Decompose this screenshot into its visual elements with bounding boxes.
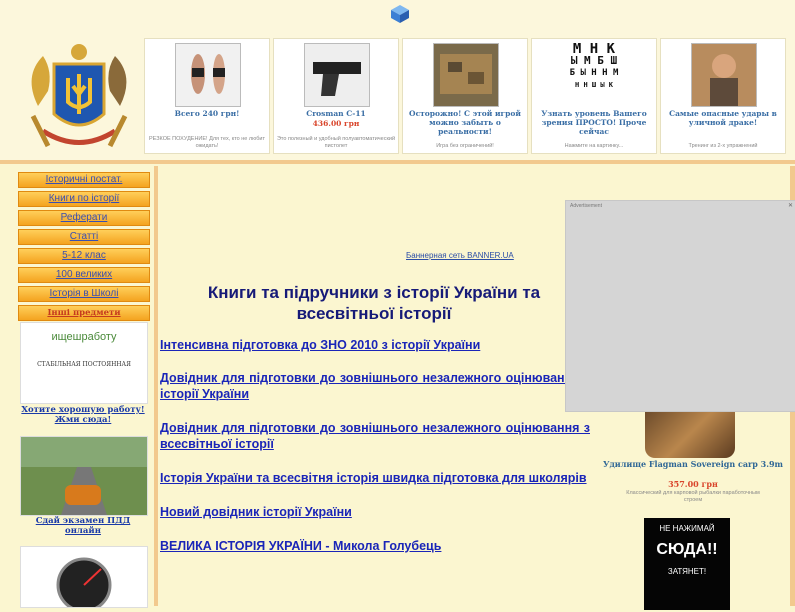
gem-icon [391,5,409,23]
menu-item-100-great[interactable]: 100 великих [18,267,150,283]
ad-eye-chart: М Н К Ы М Б Ш Б Ы Н Н М Н Н Ш Ы К [558,43,630,105]
pdd-ad-caption[interactable]: Сдай экзамен ПДД онлайн [18,516,148,536]
page-title: Книги та підручники з історії України та… [207,283,541,323]
job-logo: ищешработу [51,331,117,343]
ad-weight-loss[interactable]: Всего 240 грн! РЕЗКОЕ ПОХУДЕНИЕ! Для тех… [144,38,270,154]
job-sub: СТАБІЛЬНАЯ ПОСТОЯННАЯ [37,361,131,368]
eye-chart-line: Б Ы Н Н М [569,68,619,78]
article-link[interactable]: Історія України та всесвітня історія шви… [160,470,590,486]
fishing-rod-image[interactable] [645,410,735,458]
article-link[interactable]: Інтенсивна підготовка до ЗНО 2010 з істо… [160,337,590,353]
ad-desc: Тренинг из 2-х упражнений [688,143,758,149]
ad-text-mid: СЮДА!! [656,541,718,558]
ad-text-bottom: ЗАТЯНЕТ! [667,567,707,576]
header-divider [0,160,795,164]
close-icon[interactable]: ✕ [788,202,793,209]
ad-title: Узнать уровень Вашего зрения ПРОСТО! Про… [541,109,647,136]
ad-title: Осторожно! С этой игрой можно забыть о р… [409,109,521,136]
job-ad-banner[interactable]: ищешработу СТАБІЛЬНАЯ ПОСТОЯННАЯ [20,322,148,404]
banner-area [158,166,598,270]
ad-price: 436.00 грн [312,119,360,128]
menu-item-essays[interactable]: Реферати [18,210,150,226]
dont-click-ad[interactable]: НЕ НАЖИМАЙ СЮДА!! ЗАТЯНЕТ! [644,518,730,610]
ad-desc: РЕЗКОЕ ПОХУДЕНИЕ! Для тех, кто не любит … [149,136,265,149]
ad-title: Crosman C-11 [306,109,366,118]
speedometer-ad[interactable] [20,546,148,612]
ad-desc: Нажмите на картинку... [564,143,624,149]
ad-label: Advertisement [570,203,602,209]
ad-image [691,43,757,107]
product-price: 357.00 грн [668,479,718,489]
product-title[interactable]: Удилище Flagman Sovereign carp 3.9m [602,460,784,469]
eye-chart-line: Ы М Б Ш [570,54,618,67]
ad-title: Самые опасные удары в уличной драке! [669,109,777,127]
eye-chart-line: Н Н Ш Ы К [575,81,613,89]
ad-text-top: НЕ НАЖИМАЙ [659,524,715,533]
ad-desc: Игра без ограничений! [436,143,494,149]
ad-crosman[interactable]: Crosman C-11 436.00 грн Это полезный и у… [273,38,399,154]
ad-image [433,43,499,107]
article-link[interactable]: ВЕЛИКА ІСТОРІЯ УКРАЇНИ - Микола Голубець [160,538,590,554]
ad-title: Всего 240 грн! [174,109,240,118]
article-link[interactable]: Довідник для підготовки до зовнішнього н… [160,370,590,402]
overlay-ad[interactable]: Advertisement ✕ [565,200,795,412]
right-sidebar: Удилище Flagman Sovereign carp 3.9m 357.… [598,410,788,610]
ad-image [304,43,370,107]
banner-network-link[interactable]: Баннерная сеть BANNER.UA [406,251,514,260]
site-header: Всего 240 грн! РЕЗКОЕ ПОХУДЕНИЕ! Для тех… [0,0,795,160]
ad-fight[interactable]: Самые опасные удары в уличной драке! Тре… [660,38,786,154]
menu-item-other-subjects[interactable]: Інші предмети [18,305,150,321]
job-ad-caption[interactable]: Хотите хорошую работу! Жми сюда! [18,405,148,425]
ad-vision[interactable]: М Н К Ы М Б Ш Б Ы Н Н М Н Н Ш Ы К Узнать… [531,38,657,154]
menu-item-history-books[interactable]: Книги по історії [18,191,150,207]
menu-item-history-in-school[interactable]: Історія в Школі [18,286,150,302]
menu-item-articles[interactable]: Статті [18,229,150,245]
ukraine-coat-of-arms-logo[interactable] [18,36,140,154]
main-content: Книги та підручники з історії України та… [158,276,590,554]
menu-item-historical-figures[interactable]: Історичні постат. [18,172,150,188]
pdd-ad-image[interactable] [20,436,148,516]
ad-image [175,43,241,107]
ad-desc: Это полезный и удобный полуавтоматически… [276,136,396,149]
menu-item-grades-5-12[interactable]: 5-12 клас [18,248,150,264]
article-link[interactable]: Довідник для підготовки до зовнішнього н… [160,420,590,452]
ad-game[interactable]: Осторожно! С этой игрой можно забыть о р… [402,38,528,154]
article-link[interactable]: Новий довідник історії України [160,504,590,520]
product-desc: Классический для карповой рыбалки парабо… [626,490,760,503]
